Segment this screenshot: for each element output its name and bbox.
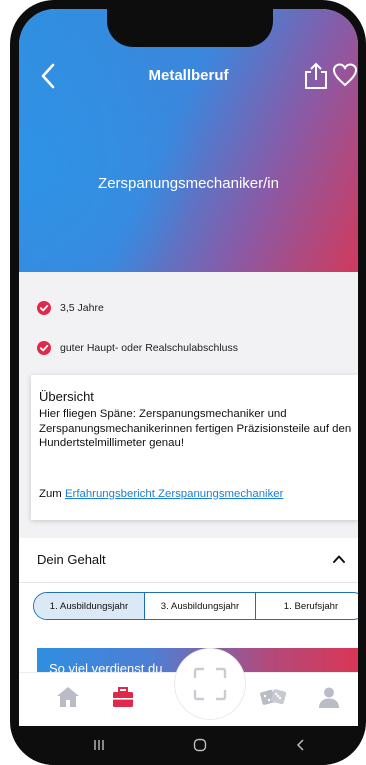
- overview-title: Übersicht: [39, 389, 94, 404]
- person-icon: [319, 687, 339, 708]
- tab-home[interactable]: [56, 685, 80, 709]
- favorite-button[interactable]: [332, 63, 358, 89]
- profession-title: Zerspanungsmechaniker/in: [98, 175, 279, 192]
- briefcase-icon: [113, 687, 133, 707]
- scan-icon: [193, 667, 227, 701]
- overview-link-line: Zum Erfahrungsbericht Zerspanungsmechani…: [39, 488, 283, 500]
- segment-first-job-year[interactable]: 1. Berufsjahr: [256, 593, 358, 619]
- fact-label: guter Haupt- oder Realschulabschluss: [60, 342, 239, 354]
- share-icon: [305, 62, 327, 89]
- overview-text: Hier fliegen Späne: Zerspanungsmechanike…: [39, 408, 352, 449]
- check-badge-icon: [37, 301, 51, 315]
- chevron-up-icon[interactable]: [332, 552, 346, 566]
- salary-header[interactable]: Dein Gehalt: [19, 538, 358, 583]
- overview-card: Übersicht Hier fliegen Späne: Zerspanung…: [31, 375, 358, 520]
- recent-apps-icon[interactable]: [92, 738, 106, 752]
- top-navbar: Metallberuf: [19, 57, 358, 97]
- heart-outline-icon: [332, 63, 358, 87]
- tab-profile[interactable]: [317, 685, 341, 709]
- phone-frame: Metallberuf Zerspanungsmechaniker/in 3,5…: [10, 0, 366, 765]
- salary-title: Dein Gehalt: [37, 552, 106, 567]
- segment-first-training-year[interactable]: 1. Ausbildungsjahr: [34, 593, 145, 619]
- salary-year-selector: 1. Ausbildungsjahr 3. Ausbildungsjahr 1.…: [33, 592, 358, 620]
- tab-jobs[interactable]: [111, 685, 135, 709]
- segment-third-training-year[interactable]: 3. Ausbildungsjahr: [145, 593, 256, 619]
- camera-notch: [107, 9, 273, 47]
- fact-requirement: guter Haupt- oder Realschulabschluss: [37, 341, 238, 355]
- dice-icon: [260, 689, 287, 705]
- system-back-icon[interactable]: [294, 738, 308, 752]
- overview-link-prefix: Zum: [39, 488, 65, 500]
- header-gradient: Metallberuf Zerspanungsmechaniker/in: [19, 9, 358, 272]
- scan-button[interactable]: [175, 649, 245, 719]
- home-icon: [57, 687, 79, 707]
- fact-label: 3,5 Jahre: [60, 302, 104, 314]
- system-navigation-bar: [10, 726, 366, 765]
- fact-duration: 3,5 Jahre: [37, 301, 104, 315]
- app-screen: Metallberuf Zerspanungsmechaniker/in 3,5…: [19, 9, 358, 726]
- check-badge-icon: [37, 341, 51, 355]
- tab-games[interactable]: [259, 685, 287, 709]
- system-home-icon[interactable]: [193, 738, 207, 752]
- facts-section: 3,5 Jahre guter Haupt- oder Realschulabs…: [19, 272, 358, 374]
- experience-report-link[interactable]: Erfahrungsbericht Zerspanungsmechaniker: [65, 488, 283, 500]
- share-button[interactable]: [303, 61, 329, 91]
